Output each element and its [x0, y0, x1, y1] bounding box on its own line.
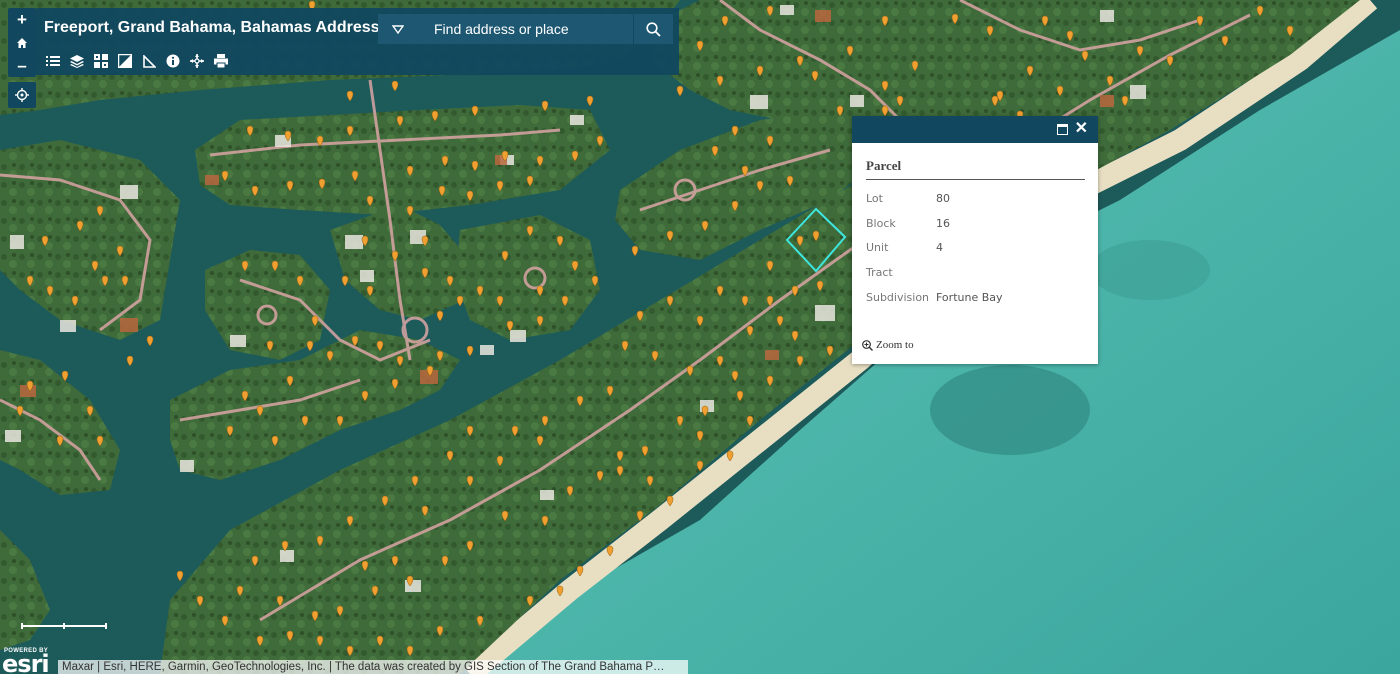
close-icon[interactable]: ✕ — [1075, 120, 1088, 138]
overview-map-icon — [118, 54, 132, 68]
attribute-row: Unit 4 — [866, 235, 1085, 260]
attribute-key: Lot — [866, 191, 883, 205]
parcel-popup: ✕ Parcel Lot 80 Block 16 Unit 4 Tract Subdi… — [852, 116, 1098, 364]
locate-icon — [15, 88, 29, 102]
app-header: Freeport, Grand Bahama, Bahamas Addresse… — [36, 8, 679, 75]
search-input[interactable] — [418, 14, 633, 44]
layers-button[interactable] — [68, 52, 86, 70]
zoom-in-button[interactable]: + — [8, 8, 36, 31]
measure-icon — [142, 54, 156, 68]
attribute-row: Subdivision Fortune Bay — [866, 285, 1085, 310]
attribute-row: Block 16 — [866, 211, 1085, 236]
attribute-value — [936, 260, 1085, 285]
home-button[interactable] — [8, 31, 36, 54]
home-icon — [17, 37, 27, 48]
esri-logo[interactable]: esri — [2, 652, 50, 674]
attribute-key: Unit — [866, 241, 889, 255]
zoom-controls: + – — [8, 8, 36, 77]
directions-button[interactable] — [188, 52, 206, 70]
scale-bar — [21, 623, 107, 629]
popup-header: ✕ — [852, 116, 1098, 143]
app-title: Freeport, Grand Bahama, Bahamas Addresse… — [44, 19, 398, 36]
print-button[interactable] — [212, 52, 230, 70]
attribute-value: 80 — [936, 191, 950, 205]
search-icon — [646, 21, 661, 37]
basemap-gallery-icon — [94, 54, 108, 68]
popup-divider — [866, 179, 1085, 180]
popup-title: Parcel — [866, 158, 902, 173]
attribute-row: Lot 80 — [866, 186, 1085, 211]
attribute-value: Fortune Bay — [936, 290, 1003, 304]
satellite-basemap — [0, 0, 1400, 674]
zoom-to-label: Zoom to — [876, 339, 914, 351]
attribute-value: 4 — [936, 241, 943, 255]
widget-toolbar — [44, 52, 230, 72]
zoom-out-button[interactable]: – — [8, 54, 36, 77]
legend-icon — [46, 56, 60, 66]
locate-button[interactable] — [8, 82, 36, 108]
map-view[interactable] — [0, 0, 1400, 674]
attribute-key: Block — [866, 216, 896, 230]
triangle-down-icon — [392, 24, 404, 34]
search-button[interactable] — [633, 14, 673, 44]
attribute-table: Lot 80 Block 16 Unit 4 Tract Subdivision For… — [866, 186, 1085, 309]
measure-button[interactable] — [140, 52, 158, 70]
about-icon — [166, 54, 180, 68]
attribute-value: 16 — [936, 216, 950, 230]
directions-icon — [190, 54, 204, 68]
about-button[interactable] — [164, 52, 182, 70]
attribute-row: Tract — [866, 260, 1085, 285]
search-source-dropdown[interactable] — [378, 14, 418, 44]
layers-icon — [70, 54, 84, 68]
attribution-text[interactable]: Maxar | Esri, HERE, Garmin, GeoTechnolog… — [58, 660, 688, 674]
zoom-to-link[interactable]: Zoom to — [862, 339, 914, 351]
basemap-gallery-button[interactable] — [92, 52, 110, 70]
maximize-icon[interactable] — [1057, 124, 1068, 135]
attribute-key: Subdivision — [866, 290, 930, 304]
magnifier-plus-icon — [862, 339, 873, 351]
legend-button[interactable] — [44, 52, 62, 70]
attribute-key: Tract — [866, 265, 893, 279]
print-icon — [214, 54, 228, 68]
overview-map-button[interactable] — [116, 52, 134, 70]
